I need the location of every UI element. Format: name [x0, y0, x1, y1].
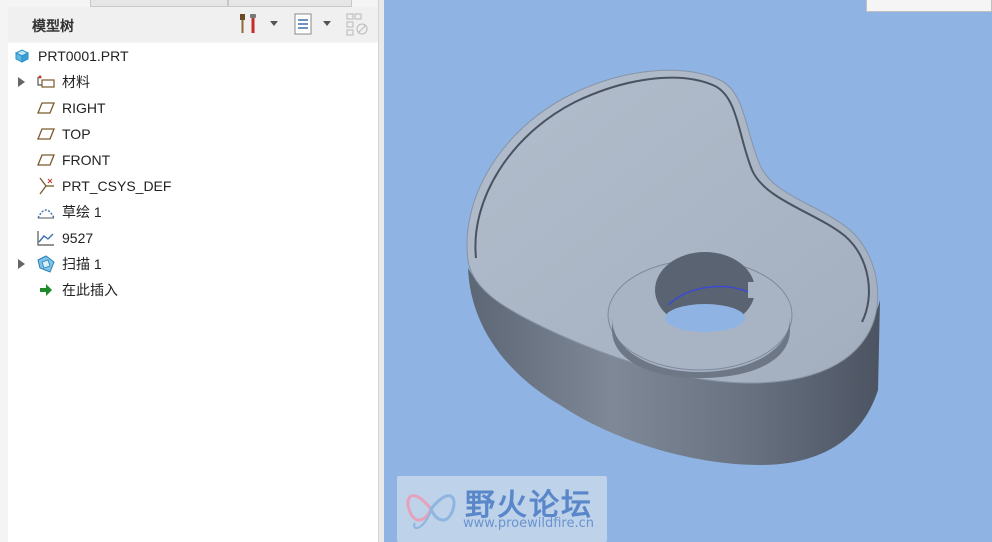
graphics-viewport[interactable]: [385, 0, 992, 542]
model-tree-panel: 模型树 PRT0001.PRT 材料 RIGHT TOP FRONT PRT_C…: [0, 0, 384, 542]
forum-watermark: 野火论坛 www.proewildfire.cn: [397, 476, 607, 542]
coordinate-system-icon: [36, 176, 56, 196]
datum-plane-icon: [36, 150, 56, 170]
model-tree-title: 模型树: [32, 18, 74, 34]
tree-item-front-plane[interactable]: FRONT: [8, 148, 378, 172]
tree-item-label: PRT0001.PRT: [38, 48, 129, 64]
tree-item-label: 在此插入: [62, 282, 118, 298]
tree-item-label: 草绘 1: [62, 204, 102, 220]
panel-tab[interactable]: [228, 0, 352, 7]
tree-item-csys[interactable]: PRT_CSYS_DEF: [8, 174, 378, 198]
sweep-icon: [36, 254, 56, 274]
tools-dropdown-caret-icon[interactable]: [270, 21, 278, 26]
bore-through: [665, 304, 745, 332]
graph-icon: [36, 228, 56, 248]
part-model[interactable]: [385, 0, 992, 542]
watermark-url: www.proewildfire.cn: [463, 516, 594, 531]
tree-item-insert-here[interactable]: 在此插入: [8, 278, 378, 302]
expand-arrow-icon[interactable]: [18, 77, 25, 87]
panel-tab[interactable]: [90, 0, 228, 7]
keyway: [748, 282, 756, 298]
tree-item-label: 材料: [62, 74, 90, 90]
sketch-icon: [36, 202, 56, 222]
datum-plane-icon: [36, 124, 56, 144]
tree-item-label: TOP: [62, 126, 91, 142]
show-list-icon[interactable]: [290, 11, 316, 37]
expand-arrow-icon[interactable]: [18, 259, 25, 269]
tree-item-part[interactable]: PRT0001.PRT: [8, 44, 378, 68]
tree-item-material[interactable]: 材料: [8, 70, 378, 94]
datum-plane-icon: [36, 98, 56, 118]
tree-item-graph[interactable]: 9527: [8, 226, 378, 250]
tree-item-label: 扫描 1: [62, 256, 102, 272]
tree-item-right-plane[interactable]: RIGHT: [8, 96, 378, 120]
model-tree: PRT0001.PRT 材料 RIGHT TOP FRONT PRT_CSYS_…: [8, 43, 378, 542]
tree-item-label: RIGHT: [62, 100, 106, 116]
tree-item-top-plane[interactable]: TOP: [8, 122, 378, 146]
show-dropdown-caret-icon[interactable]: [323, 21, 331, 26]
part-icon: [12, 46, 32, 66]
tree-filter-icon[interactable]: [344, 11, 370, 37]
tools-icon[interactable]: [236, 11, 262, 37]
panel-tab-strip: [0, 0, 384, 7]
butterfly-logo-icon: [406, 494, 456, 529]
panel-splitter[interactable]: [378, 0, 384, 542]
model-tree-header: 模型树: [8, 7, 378, 41]
material-icon: [36, 72, 56, 92]
tree-item-label: PRT_CSYS_DEF: [62, 178, 172, 194]
tree-item-label: FRONT: [62, 152, 111, 168]
tree-item-sweep[interactable]: 扫描 1: [8, 252, 378, 276]
tree-item-sketch[interactable]: 草绘 1: [8, 200, 378, 224]
tree-item-label: 9527: [62, 230, 94, 246]
insert-here-arrow-icon: [36, 280, 56, 300]
